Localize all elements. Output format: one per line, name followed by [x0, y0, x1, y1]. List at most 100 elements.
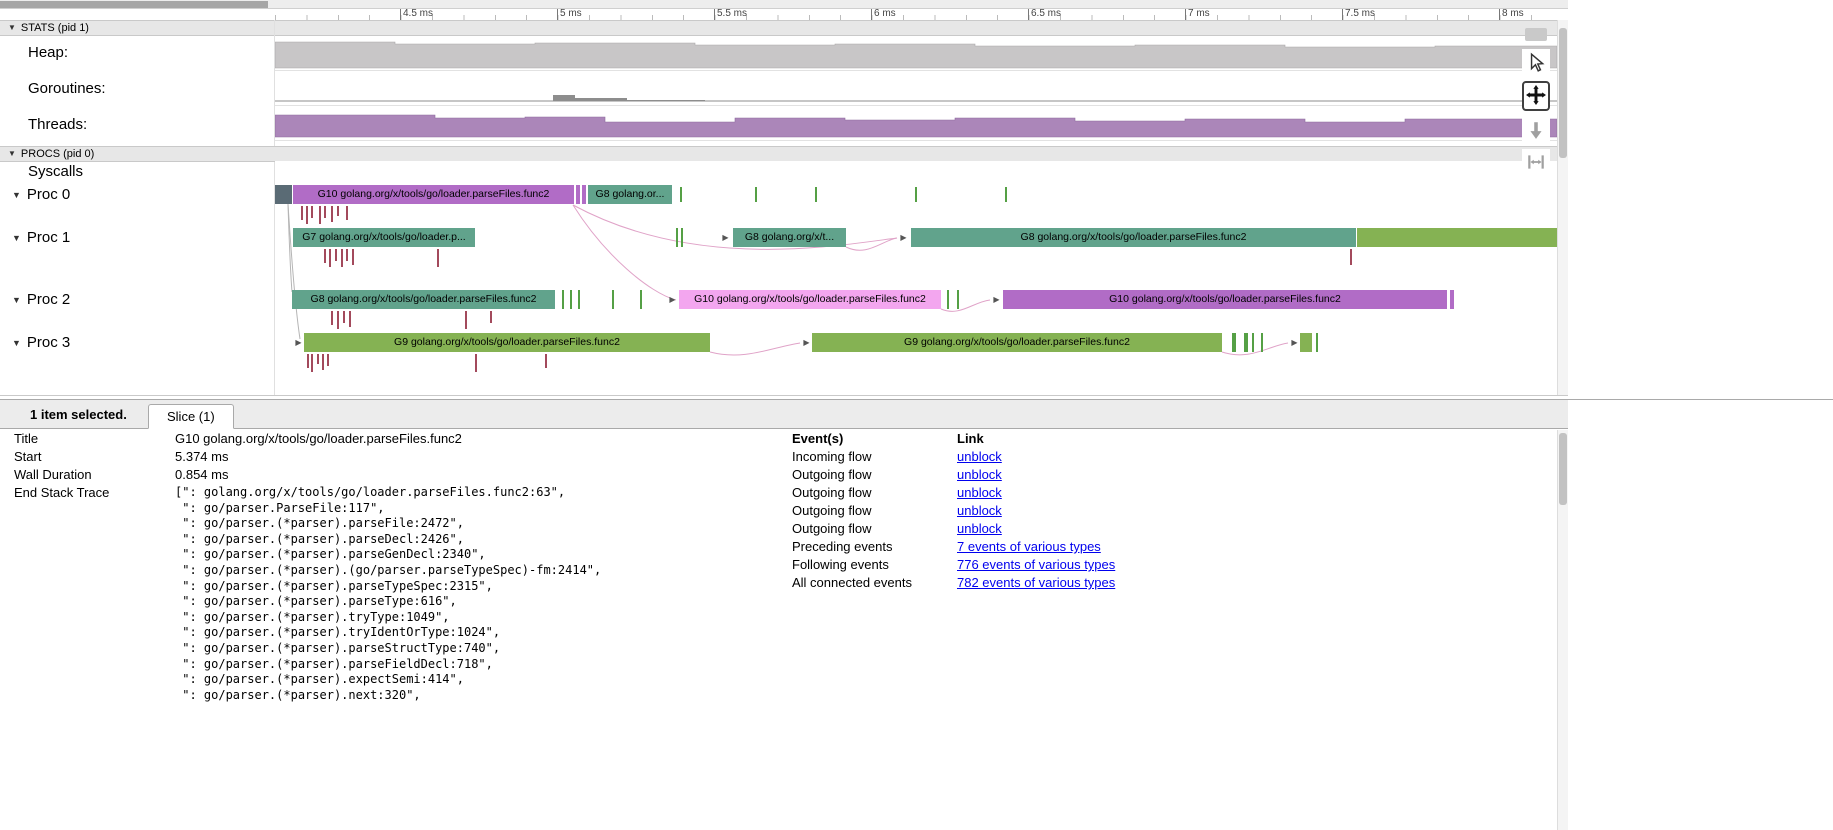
event-row-link[interactable]: unblock — [957, 449, 1002, 464]
instant-event-mark[interactable] — [341, 249, 343, 267]
timeline-tracks[interactable]: G10 golang.org/x/tools/go/loader.parseFi… — [275, 161, 1557, 395]
instant-event-mark[interactable] — [331, 206, 333, 222]
slice[interactable] — [1300, 333, 1312, 352]
instant-event-mark[interactable] — [335, 249, 337, 261]
slice[interactable] — [576, 185, 580, 204]
tab-slice[interactable]: Slice (1) — [148, 404, 234, 429]
proc0-row-label[interactable]: ▼ Proc 0 — [12, 186, 70, 203]
instant-event-mark[interactable] — [755, 187, 757, 202]
vertical-scrollbar-thumb[interactable] — [1559, 28, 1567, 158]
instant-event-mark[interactable] — [947, 290, 949, 309]
instant-event-mark[interactable] — [1261, 333, 1263, 352]
slice-proc1-g7[interactable]: G7 golang.org/x/tools/go/loader.p... — [293, 228, 475, 247]
goroutines-counter-chart[interactable] — [275, 71, 1557, 106]
flow-arrow-icon[interactable]: ▶ — [668, 290, 677, 309]
instant-event-mark[interactable] — [317, 354, 319, 364]
instant-event-mark[interactable] — [570, 290, 572, 309]
instant-event-mark[interactable] — [337, 206, 339, 216]
mini-scrollbar-thumb[interactable] — [1525, 28, 1547, 41]
instant-event-mark[interactable] — [475, 354, 477, 372]
proc2-row-label[interactable]: ▼ Proc 2 — [12, 291, 70, 308]
flow-arrow-icon[interactable]: ▶ — [992, 290, 1001, 309]
instant-event-mark[interactable] — [437, 249, 439, 267]
pan-tool-button[interactable] — [1522, 81, 1550, 111]
instant-event-mark[interactable] — [343, 311, 345, 323]
timeline-vertical-scrollbar[interactable] — [1557, 20, 1568, 395]
slice-proc0-g10[interactable]: G10 golang.org/x/tools/go/loader.parseFi… — [293, 185, 574, 204]
instant-event-mark[interactable] — [324, 249, 326, 263]
slice-proc0-g8[interactable]: G8 golang.or... — [588, 185, 672, 204]
instant-event-mark[interactable] — [1005, 187, 1007, 202]
event-row-link[interactable]: unblock — [957, 503, 1002, 518]
slice-proc2-g8[interactable]: G8 golang.org/x/tools/go/loader.parseFil… — [292, 290, 555, 309]
instant-event-mark[interactable] — [490, 311, 492, 323]
instant-event-mark[interactable] — [327, 354, 329, 366]
event-row-link[interactable]: unblock — [957, 467, 1002, 482]
flow-arrow-icon[interactable]: ▶ — [1290, 333, 1299, 352]
instant-event-mark[interactable] — [1252, 333, 1254, 352]
flow-arrow-icon[interactable]: ▶ — [294, 333, 303, 352]
instant-event-mark[interactable] — [640, 290, 642, 309]
instant-event-mark[interactable] — [680, 187, 682, 202]
timing-tool-button[interactable] — [1522, 149, 1550, 175]
instant-event-mark[interactable] — [545, 354, 547, 368]
instant-event-mark[interactable] — [324, 206, 326, 218]
instant-event-mark[interactable] — [337, 311, 339, 329]
event-row-link[interactable]: unblock — [957, 521, 1002, 536]
instant-event-mark[interactable] — [319, 206, 321, 224]
instant-event-mark[interactable] — [1316, 333, 1318, 352]
slice[interactable] — [582, 185, 586, 204]
slice-proc2-g10b[interactable]: G10 golang.org/x/tools/go/loader.parseFi… — [1003, 290, 1447, 309]
horizontal-scrollbar-thumb[interactable] — [0, 1, 268, 8]
slice-proc1-g8a[interactable]: G8 golang.org/x/t... — [733, 228, 846, 247]
instant-event-mark[interactable] — [349, 311, 351, 327]
instant-event-mark[interactable] — [681, 228, 683, 247]
event-row-link[interactable]: unblock — [957, 485, 1002, 500]
instant-event-mark[interactable] — [311, 206, 313, 218]
slice-proc2-g10a[interactable]: G10 golang.org/x/tools/go/loader.parseFi… — [679, 290, 941, 309]
instant-event-mark[interactable] — [1244, 333, 1248, 352]
vertical-scrollbar-thumb[interactable] — [1559, 433, 1567, 505]
proc1-row-label[interactable]: ▼ Proc 1 — [12, 229, 70, 246]
instant-event-mark[interactable] — [301, 206, 303, 220]
instant-event-mark[interactable] — [331, 311, 333, 325]
slice[interactable] — [275, 185, 292, 204]
instant-event-mark[interactable] — [346, 206, 348, 220]
event-row-link[interactable]: 776 events of various types — [957, 557, 1115, 572]
stats-section-header[interactable]: ▼ STATS (pid 1) — [0, 20, 1568, 36]
instant-event-mark[interactable] — [815, 187, 817, 202]
procs-section-header[interactable]: ▼ PROCS (pid 0) — [0, 146, 1568, 162]
instant-event-mark[interactable] — [311, 354, 313, 372]
slice-proc1-g8b[interactable]: G8 golang.org/x/tools/go/loader.parseFil… — [911, 228, 1356, 247]
slice[interactable] — [1450, 290, 1454, 309]
instant-event-mark[interactable] — [612, 290, 614, 309]
instant-event-mark[interactable] — [562, 290, 564, 309]
threads-counter-chart[interactable] — [275, 106, 1557, 140]
flow-arrow-icon[interactable]: ▶ — [802, 333, 811, 352]
instant-event-mark[interactable] — [465, 311, 467, 329]
instant-event-mark[interactable] — [352, 249, 354, 265]
proc3-row-label[interactable]: ▼ Proc 3 — [12, 334, 70, 351]
selection-tool-button[interactable] — [1522, 49, 1550, 75]
panel-vertical-scrollbar[interactable] — [1557, 430, 1568, 830]
instant-event-mark[interactable] — [676, 228, 678, 247]
instant-event-mark[interactable] — [306, 206, 308, 224]
instant-event-mark[interactable] — [957, 290, 959, 309]
instant-event-mark[interactable] — [1350, 249, 1352, 265]
flow-arrow-icon[interactable]: ▶ — [899, 228, 908, 247]
instant-event-mark[interactable] — [1232, 333, 1236, 352]
instant-event-mark[interactable] — [322, 354, 324, 370]
instant-event-mark[interactable] — [329, 249, 331, 267]
event-row-link[interactable]: 782 events of various types — [957, 575, 1115, 590]
slice-proc3-g9a[interactable]: G9 golang.org/x/tools/go/loader.parseFil… — [304, 333, 710, 352]
flow-arrow-icon[interactable]: ▶ — [721, 228, 730, 247]
instant-event-mark[interactable] — [915, 187, 917, 202]
slice-proc3-g9b[interactable]: G9 golang.org/x/tools/go/loader.parseFil… — [812, 333, 1222, 352]
heap-counter-chart[interactable] — [275, 35, 1557, 71]
timeline-horizontal-scrollbar[interactable] — [0, 0, 1568, 9]
zoom-tool-button[interactable] — [1522, 117, 1550, 143]
time-ruler[interactable]: 4.5 ms 5 ms 5.5 ms 6 ms 6.5 ms 7 ms 7.5 … — [275, 9, 1557, 20]
instant-event-mark[interactable] — [346, 249, 348, 261]
slice[interactable] — [1357, 228, 1557, 247]
event-row-link[interactable]: 7 events of various types — [957, 539, 1101, 554]
